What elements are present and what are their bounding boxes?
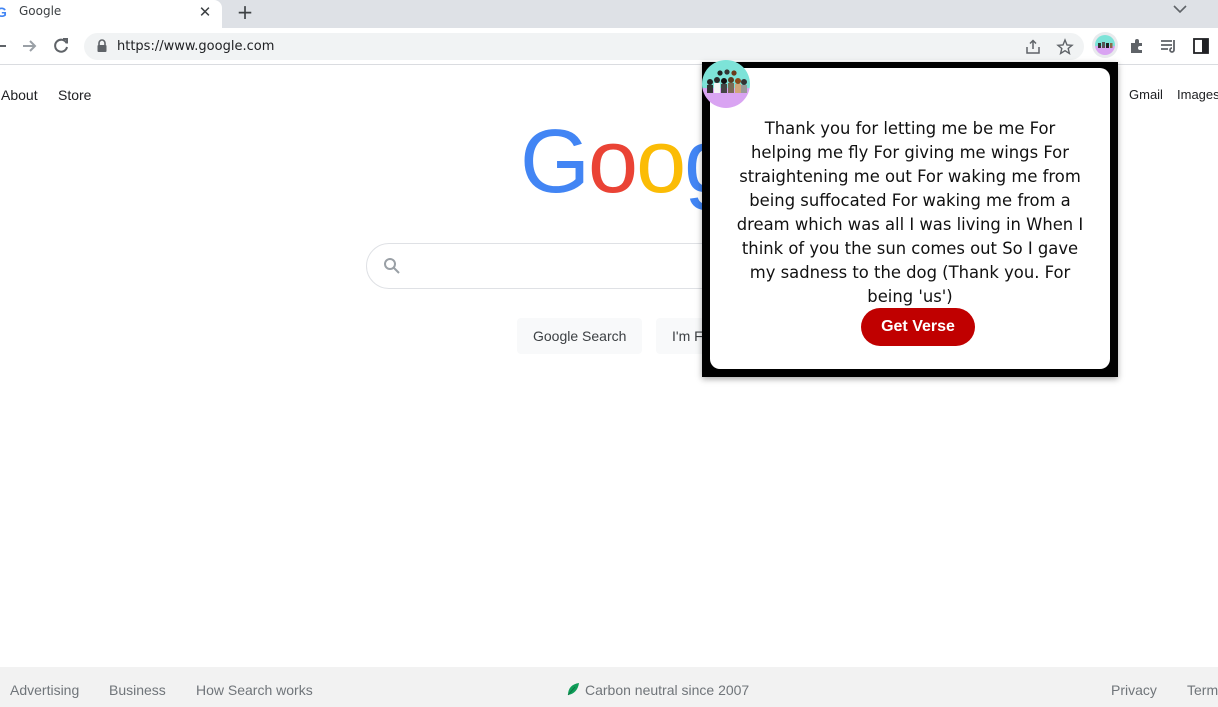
browser-toolbar: https://www.google.com: [0, 28, 1218, 65]
get-verse-button[interactable]: Get Verse: [861, 308, 975, 346]
footer: Advertising Business How Search works Ca…: [0, 667, 1218, 707]
extension-popup: Thank you for letting me be me For helpi…: [702, 62, 1118, 377]
close-icon[interactable]: ✕: [196, 3, 214, 21]
images-link[interactable]: Images: [1177, 87, 1218, 102]
advertising-link[interactable]: Advertising: [10, 682, 79, 698]
store-link[interactable]: Store: [58, 87, 91, 103]
extension-verse-button[interactable]: [1092, 32, 1118, 58]
gmail-link[interactable]: Gmail: [1129, 87, 1163, 102]
google-search-button[interactable]: Google Search: [517, 318, 643, 354]
forward-arrow-icon[interactable]: [19, 36, 39, 56]
reload-icon[interactable]: [51, 36, 71, 56]
extensions-puzzle-icon[interactable]: [1127, 36, 1147, 56]
lock-icon[interactable]: [96, 39, 108, 53]
verse-card: Thank you for letting me be me For helpi…: [710, 68, 1110, 369]
bookmark-star-icon[interactable]: [1056, 38, 1074, 56]
about-link[interactable]: About: [1, 87, 38, 103]
chevron-down-icon[interactable]: [1170, 0, 1190, 18]
google-favicon-icon: G: [0, 4, 7, 20]
terms-link[interactable]: Terms: [1187, 682, 1218, 698]
privacy-link[interactable]: Privacy: [1111, 682, 1157, 698]
leaf-icon: [567, 683, 579, 696]
address-bar[interactable]: https://www.google.com: [84, 33, 1084, 60]
tab-title: Google: [19, 4, 62, 18]
how-search-works-link[interactable]: How Search works: [196, 682, 313, 698]
url-text: https://www.google.com: [117, 39, 275, 54]
group-avatar-icon: [702, 60, 750, 108]
tab-strip: G Google ✕ +: [0, 0, 1218, 28]
logo-letter: G: [520, 112, 590, 212]
logo-letter: o: [636, 112, 686, 212]
search-icon: [384, 258, 400, 274]
side-panel-icon[interactable]: [1191, 36, 1211, 56]
carbon-neutral-link[interactable]: Carbon neutral since 2007: [585, 682, 749, 698]
back-arrow-icon[interactable]: [0, 36, 10, 56]
google-logo: Goog: [520, 112, 720, 212]
verse-text: Thank you for letting me be me For helpi…: [736, 119, 1084, 306]
extension-avatar-icon: [1095, 35, 1115, 55]
logo-letter: o: [588, 112, 638, 212]
reading-list-icon[interactable]: [1159, 36, 1179, 56]
tab-google[interactable]: G Google ✕: [0, 0, 222, 28]
browser-window: G Google ✕ + https://www.google.com Abou…: [0, 0, 1218, 707]
business-link[interactable]: Business: [109, 682, 166, 698]
share-icon[interactable]: [1024, 38, 1042, 56]
new-tab-button[interactable]: +: [234, 1, 256, 23]
